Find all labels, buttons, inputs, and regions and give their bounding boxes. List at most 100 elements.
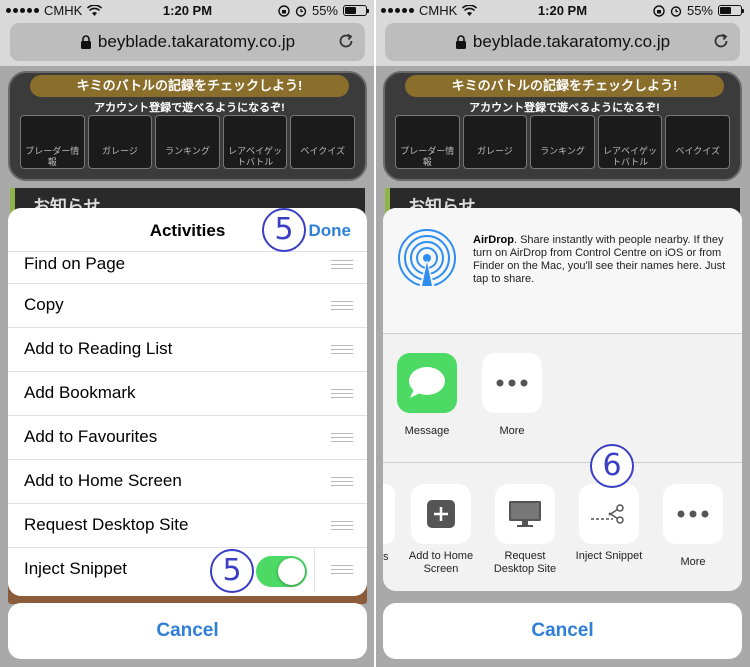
activity-label: Find on Page (24, 254, 126, 273)
activity-label: Add to Favourites (24, 427, 158, 446)
address-bar[interactable]: beyblade.takaratomy.co.jp (10, 23, 365, 61)
banner-slot[interactable]: ランキング (530, 115, 595, 169)
banner-title: キミのバトルの記録をチェックしよう! (30, 75, 349, 97)
left-screenshot: CMHK 1:20 PM 55% beyblade.takaratomy.co.… (0, 0, 375, 667)
activities-sheet: Activities Done Find on Page Copy Add to… (8, 208, 367, 596)
airdrop-section: AirDrop. Share instantly with people nea… (383, 208, 742, 334)
reorder-handle-icon[interactable] (331, 433, 353, 445)
reorder-handle-icon[interactable] (331, 521, 353, 533)
reorder-handle-icon[interactable] (331, 389, 353, 401)
battery-percent: 55% (311, 3, 338, 18)
activity-row[interactable]: Add to Home Screen (8, 460, 367, 504)
rotation-lock-icon (278, 4, 290, 17)
reorder-handle-icon[interactable] (331, 260, 353, 272)
url-text: beyblade.takaratomy.co.jp (472, 32, 671, 51)
battery-icon (343, 5, 369, 16)
status-bar: CMHK 1:20 PM 55% (375, 0, 750, 20)
step-marker-5: 5 (262, 208, 306, 252)
action-request-desktop-site[interactable]: Request Desktop Site (487, 484, 563, 576)
alarm-icon (295, 5, 307, 17)
site-banner: キミのバトルの記録をチェックしよう! アカウント登録で遊べるようになるぞ! ブレ… (383, 71, 742, 181)
share-app-label: More (499, 425, 525, 437)
cancel-button[interactable]: Cancel (8, 603, 367, 659)
status-bar: CMHK 1:20 PM 55% (0, 0, 375, 20)
activity-row[interactable]: Request Desktop Site (8, 504, 367, 548)
share-app-label: Message (404, 425, 450, 437)
cancel-button[interactable]: Cancel (383, 603, 742, 659)
site-banner: キミのバトルの記録をチェックしよう! アカウント登録で遊べるようになるぞ! ブレ… (8, 71, 367, 181)
reload-icon[interactable] (712, 32, 730, 55)
action-label: Add to Home Screen (408, 550, 474, 575)
activity-label: Add Bookmark (24, 383, 136, 402)
pane-divider (374, 0, 376, 667)
banner-title: キミのバトルの記録をチェックしよう! (405, 75, 724, 97)
activity-row[interactable]: Copy (8, 284, 367, 328)
banner-slot[interactable]: ベイクイズ (290, 115, 355, 169)
reload-icon[interactable] (337, 32, 355, 55)
banner-slot[interactable]: ブレーダー情報 (395, 115, 460, 169)
status-right: 55% (653, 3, 744, 18)
share-apps-row: Message More (383, 335, 742, 463)
action-label: Request Desktop Site (493, 550, 557, 575)
reorder-handle-icon[interactable] (331, 477, 353, 489)
activity-row[interactable]: Add to Favourites (8, 416, 367, 460)
airdrop-icon (398, 229, 456, 288)
activity-label: Request Desktop Site (24, 515, 189, 534)
battery-fill (720, 7, 731, 14)
lock-icon (80, 34, 92, 50)
banner-slot[interactable]: ランキング (155, 115, 220, 169)
activity-label: Inject Snippet (24, 559, 128, 578)
banner-slot[interactable]: ガレージ (462, 115, 528, 169)
step-marker-6: 6 (590, 444, 634, 488)
more-icon (482, 353, 542, 413)
done-button[interactable]: Done (309, 221, 352, 241)
banner-slot[interactable]: レアベイゲットバトル (222, 115, 288, 169)
url-text: beyblade.takaratomy.co.jp (97, 32, 296, 51)
reorder-handle-icon[interactable] (331, 301, 353, 313)
activity-row[interactable]: Add Bookmark (8, 372, 367, 416)
banner-slot[interactable]: ブレーダー情報 (20, 115, 85, 169)
action-more[interactable]: More (655, 484, 731, 569)
address-bar[interactable]: beyblade.takaratomy.co.jp (385, 23, 740, 61)
reorder-handle-icon[interactable] (331, 345, 353, 357)
banner-subtitle: アカウント登録で遊べるようになるぞ! (469, 102, 660, 114)
row-divider (314, 548, 315, 592)
add-icon (411, 484, 471, 544)
banner-subtitle: アカウント登録で遊べるようになるぞ! (94, 102, 285, 114)
more-icon (663, 484, 723, 544)
lock-icon (455, 34, 467, 50)
banner-slots: ブレーダー情報 ガレージ ランキング レアベイゲットバトル ベイクイズ (395, 115, 730, 169)
activities-header: Activities Done (8, 208, 367, 252)
share-app-more[interactable]: More (482, 353, 542, 437)
share-app-message[interactable]: Message (397, 353, 457, 437)
scissors-icon (579, 484, 639, 544)
battery-percent: 55% (686, 3, 713, 18)
desktop-icon (495, 484, 555, 544)
reorder-handle-icon[interactable] (331, 565, 353, 577)
message-icon (397, 353, 457, 413)
activity-row-inject-snippet[interactable]: Inject Snippet (8, 548, 367, 592)
activity-label: Copy (24, 295, 64, 314)
activity-row[interactable]: Add to Reading List (8, 328, 367, 372)
action-label: Inject Snippet (575, 550, 643, 562)
activity-label: Add to Home Screen (24, 471, 182, 490)
partial-action-tile[interactable] (383, 484, 395, 544)
share-sheet: AirDrop. Share instantly with people nea… (383, 208, 742, 591)
banner-slot[interactable]: ベイクイズ (665, 115, 730, 169)
right-screenshot: CMHK 1:20 PM 55% beyblade.takaratomy.co.… (375, 0, 750, 667)
activity-label: Add to Reading List (24, 339, 173, 358)
action-inject-snippet[interactable]: Inject Snippet (571, 484, 647, 563)
battery-fill (345, 7, 356, 14)
activities-list: Find on Page Copy Add to Reading List Ad… (8, 252, 367, 592)
banner-slot[interactable]: ガレージ (87, 115, 153, 169)
banner-slots: ブレーダー情報 ガレージ ランキング レアベイゲットバトル ベイクイズ (20, 115, 355, 169)
action-label: More (680, 556, 706, 568)
step-marker-5: 5 (210, 549, 254, 593)
partial-action-label: s (383, 551, 389, 563)
battery-icon (718, 5, 744, 16)
inject-snippet-toggle[interactable] (256, 556, 307, 587)
action-add-to-home-screen[interactable]: Add to Home Screen (403, 484, 479, 576)
banner-slot[interactable]: レアベイゲットバトル (597, 115, 663, 169)
activity-row[interactable]: Find on Page (8, 252, 367, 284)
airdrop-title: AirDrop (473, 234, 514, 246)
